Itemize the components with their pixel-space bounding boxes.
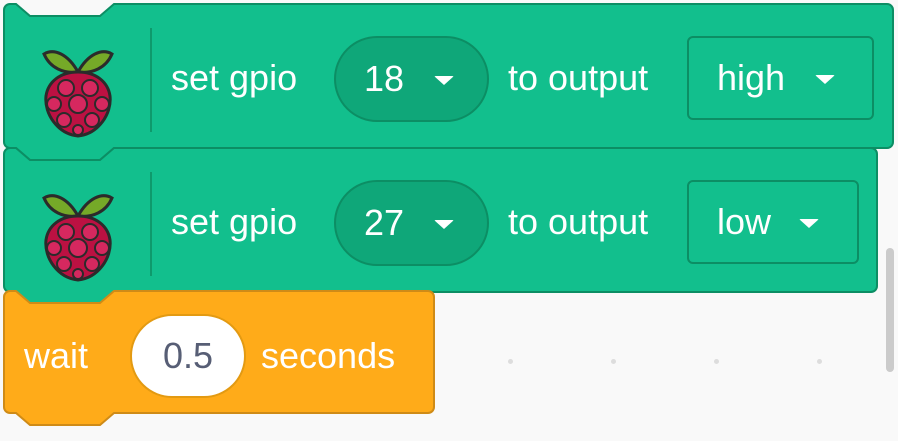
caret-down-icon [434,76,454,85]
set-gpio-block-2[interactable]: set gpio 27 to output low [3,147,882,308]
gpio-pin-dropdown[interactable]: 18 [334,36,489,122]
grid-dot [714,359,719,364]
output-level-dropdown[interactable]: high [687,36,874,120]
gpio-pin-value: 18 [364,58,405,99]
output-level-value: low [717,201,772,242]
seconds-label: seconds [261,335,396,376]
wait-block[interactable]: wait 0.5 seconds [3,290,438,441]
set-gpio-label: set gpio [171,57,298,98]
block-separator [150,172,152,276]
to-output-label: to output [508,57,649,98]
set-gpio-label: set gpio [171,201,298,242]
gpio-pin-dropdown[interactable]: 27 [334,180,489,266]
raspberry-pi-icon [42,50,114,138]
raspberry-pi-icon [42,194,114,282]
wait-duration-input[interactable]: 0.5 [130,314,246,398]
output-level-dropdown[interactable]: low [687,180,859,264]
gpio-pin-value: 27 [364,202,405,243]
set-gpio-block-1[interactable]: set gpio 18 to output high [3,3,894,164]
grid-dot [611,359,616,364]
block-separator [150,28,152,132]
vertical-scrollbar[interactable] [886,248,894,372]
to-output-label: to output [508,201,649,242]
code-workspace[interactable]: set gpio 18 to output high set gpio 27 t… [0,0,898,441]
grid-dot [508,359,513,364]
caret-down-icon [799,219,819,228]
grid-dot [817,359,822,364]
caret-down-icon [815,75,835,84]
caret-down-icon [434,220,454,229]
wait-label: wait [24,335,89,376]
output-level-value: high [717,57,786,98]
